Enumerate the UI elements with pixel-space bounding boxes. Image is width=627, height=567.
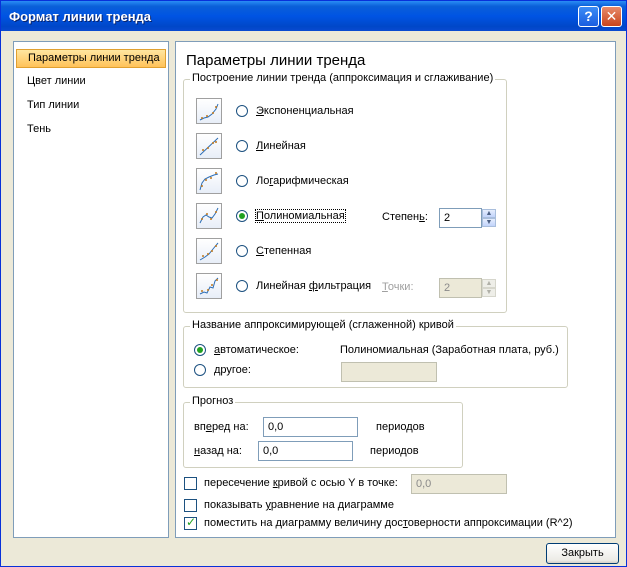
spin-down-icon[interactable]: ▼	[482, 218, 496, 227]
moving-average-label[interactable]: Линейная фильтрация	[256, 280, 371, 292]
linear-radio[interactable]	[236, 140, 248, 152]
polynomial-trend-icon	[196, 203, 222, 229]
period-input[interactable]: 2	[439, 278, 482, 298]
forecast-group: Прогноз вперед на: 0,0 периодов назад на…	[183, 395, 463, 468]
spin-up-icon[interactable]: ▲	[482, 209, 496, 218]
forecast-forward-input[interactable]: 0,0	[263, 417, 358, 437]
power-label[interactable]: Степенная	[256, 245, 311, 257]
logarithmic-label[interactable]: Логарифмическая	[256, 175, 349, 187]
nav-item-trendline-options[interactable]: Параметры линии тренда	[16, 49, 166, 68]
nav-item-line-style[interactable]: Тип линии	[16, 96, 166, 115]
show-equation-checkbox[interactable]	[184, 499, 197, 512]
exponential-label[interactable]: Экспоненциальная	[256, 105, 354, 117]
trend-type-group: Построение линии тренда (аппроксимация и…	[183, 72, 507, 313]
panel-heading: Параметры линии тренда	[186, 52, 366, 69]
show-equation-label[interactable]: показывать уравнение на диаграмме	[204, 499, 394, 511]
power-radio[interactable]	[236, 245, 248, 257]
show-r-squared-label[interactable]: поместить на диаграмму величину достовер…	[204, 517, 572, 529]
close-icon: ✕	[605, 8, 618, 24]
custom-name-label[interactable]: другое:	[214, 364, 251, 376]
dialog-title: Формат линии тренда	[9, 9, 152, 24]
moving-average-radio[interactable]	[236, 280, 248, 292]
moving-average-trend-icon	[196, 273, 222, 299]
options-panel: Параметры линии тренда Построение линии …	[175, 41, 616, 538]
help-icon: ?	[584, 8, 593, 24]
exponential-trend-icon	[196, 98, 222, 124]
show-r-squared-checkbox[interactable]	[184, 515, 197, 530]
linear-label[interactable]: Линейная	[256, 140, 306, 152]
intercept-input[interactable]: 0,0	[411, 474, 507, 494]
nav-item-line-color[interactable]: Цвет линии	[16, 72, 166, 91]
intercept-label[interactable]: пересечение кривой с осью Y в точке:	[204, 477, 398, 489]
power-trend-icon	[196, 238, 222, 264]
custom-name-input[interactable]	[341, 362, 437, 382]
trend-type-legend: Построение линии тренда (аппроксимация и…	[190, 72, 496, 84]
forecast-backward-unit: периодов	[370, 445, 419, 457]
linear-trend-icon	[196, 133, 222, 159]
auto-name-label[interactable]: автоматическое:	[214, 344, 299, 356]
auto-name-radio[interactable]	[194, 344, 206, 356]
polynomial-radio[interactable]	[236, 210, 248, 222]
polynomial-label[interactable]: Полиномиальная	[255, 209, 346, 223]
forecast-backward-input[interactable]: 0,0	[258, 441, 353, 461]
logarithmic-radio[interactable]	[236, 175, 248, 187]
forecast-forward-label: вперед на:	[194, 421, 249, 433]
help-button[interactable]: ?	[578, 6, 599, 27]
spin-down-icon[interactable]: ▼	[482, 288, 496, 297]
format-trendline-dialog: Формат линии тренда ? ✕ Параметры линии …	[0, 0, 627, 567]
title-bar: Формат линии тренда ? ✕	[1, 1, 626, 31]
auto-name-value: Полиномиальная (Заработная плата, руб.)	[340, 344, 559, 356]
intercept-checkbox[interactable]	[184, 477, 197, 490]
close-window-button[interactable]: ✕	[601, 6, 622, 27]
period-label: Точки:	[382, 281, 414, 293]
spin-up-icon[interactable]: ▲	[482, 279, 496, 288]
trendline-name-legend: Название аппроксимирующей (сглаженной) к…	[190, 319, 456, 331]
nav-item-shadow[interactable]: Тень	[16, 120, 166, 139]
forecast-backward-label: назад на:	[194, 445, 242, 457]
degree-spinner[interactable]: ▲ ▼	[482, 209, 496, 227]
forecast-legend: Прогноз	[190, 395, 236, 407]
trendline-name-group: Название аппроксимирующей (сглаженной) к…	[183, 319, 568, 388]
degree-input[interactable]: 2	[439, 208, 482, 228]
forecast-forward-unit: периодов	[376, 421, 425, 433]
period-spinner[interactable]: ▲ ▼	[482, 279, 496, 297]
logarithmic-trend-icon	[196, 168, 222, 194]
category-list: Параметры линии тренда Цвет линии Тип ли…	[13, 41, 169, 538]
exponential-radio[interactable]	[236, 105, 248, 117]
custom-name-radio[interactable]	[194, 364, 206, 376]
degree-label: Степень:	[382, 211, 428, 223]
close-button[interactable]: Закрыть	[546, 543, 619, 564]
